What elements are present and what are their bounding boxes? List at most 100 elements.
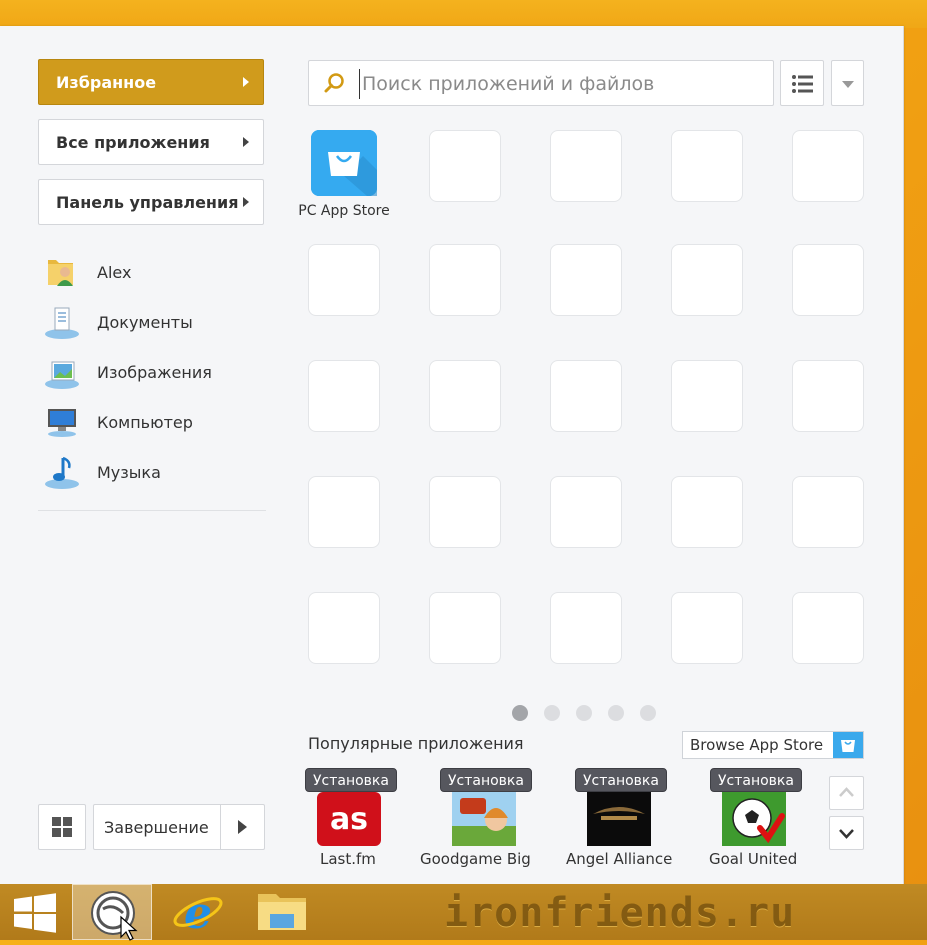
empty-tile-slot[interactable] xyxy=(550,592,622,664)
divider xyxy=(38,510,266,511)
empty-tile-slot[interactable] xyxy=(671,130,743,202)
browse-app-store-label: Browse App Store xyxy=(690,736,824,754)
empty-tile-slot[interactable] xyxy=(792,244,864,316)
scroll-down-button[interactable] xyxy=(829,816,864,850)
folder-icon xyxy=(258,894,306,930)
list-icon xyxy=(792,75,813,93)
page-indicator xyxy=(512,705,672,721)
nav-all-apps-label: Все приложения xyxy=(56,132,210,152)
nav-all-apps-button[interactable]: Все приложения xyxy=(38,119,264,165)
place-item-documents[interactable]: Документы xyxy=(44,302,193,342)
taskbar-start-menu-app[interactable] xyxy=(72,884,152,941)
empty-tile-slot[interactable] xyxy=(550,244,622,316)
install-badge[interactable]: Установка xyxy=(440,768,532,792)
windows-start-button[interactable] xyxy=(0,884,70,940)
empty-tile-slot[interactable] xyxy=(429,592,501,664)
place-item-alex[interactable]: Alex xyxy=(44,252,131,292)
empty-tile-slot[interactable] xyxy=(792,476,864,548)
shopping-bag-icon xyxy=(833,732,863,758)
tiles-view-button[interactable] xyxy=(38,804,86,850)
install-badge[interactable]: Установка xyxy=(710,768,802,792)
scroll-up-button[interactable] xyxy=(829,776,864,810)
taskbar-internet-explorer[interactable]: e xyxy=(160,884,236,940)
empty-tile-slot[interactable] xyxy=(429,360,501,432)
place-label: Документы xyxy=(97,312,193,332)
lastfm-icon: as xyxy=(317,792,381,846)
list-view-button[interactable] xyxy=(780,60,824,106)
empty-tile-slot[interactable] xyxy=(792,592,864,664)
pictures-icon xyxy=(44,354,80,390)
shopping-bag-icon xyxy=(311,130,377,196)
place-label: Изображения xyxy=(97,362,212,382)
empty-tile-slot[interactable] xyxy=(550,360,622,432)
search-input[interactable] xyxy=(359,69,764,99)
page-dot-3[interactable] xyxy=(576,705,592,721)
search-box xyxy=(308,60,774,106)
play-arrow-icon[interactable] xyxy=(238,820,247,834)
nav-favorites-button[interactable]: Избранное xyxy=(38,59,264,105)
nav-control-panel-label: Панель управления xyxy=(56,192,239,212)
empty-tile-slot[interactable] xyxy=(671,360,743,432)
search-icon xyxy=(324,73,344,93)
popular-app-angel-alliance[interactable]: Установка Angel Alliance xyxy=(566,768,695,868)
popular-app-name: Goodgame Big F xyxy=(420,850,533,868)
place-item-computer[interactable]: Компьютер xyxy=(44,402,193,442)
empty-tile-slot[interactable] xyxy=(429,244,501,316)
chevron-down-icon xyxy=(839,829,854,839)
popular-app-goal-united[interactable]: Установка Goal United xyxy=(709,768,830,868)
empty-tile-slot[interactable] xyxy=(429,476,501,548)
chevron-right-icon xyxy=(243,197,249,207)
page-dot-1[interactable] xyxy=(512,705,528,721)
internet-explorer-icon: e xyxy=(173,888,223,939)
app-tile-label: PC App Store xyxy=(298,203,390,219)
empty-tile-slot[interactable] xyxy=(671,244,743,316)
chevron-right-icon xyxy=(243,137,249,147)
place-item-music[interactable]: Музыка xyxy=(44,452,161,492)
empty-tile-slot[interactable] xyxy=(671,476,743,548)
empty-tile-slot[interactable] xyxy=(792,360,864,432)
empty-tile-slot[interactable] xyxy=(308,592,380,664)
view-dropdown-button[interactable] xyxy=(831,60,864,106)
empty-tile-slot[interactable] xyxy=(550,476,622,548)
svg-text:as: as xyxy=(330,802,368,837)
empty-tile-slot[interactable] xyxy=(308,476,380,548)
user-folder-icon xyxy=(44,254,80,290)
popular-app-name: Goal United xyxy=(709,850,798,868)
computer-icon xyxy=(44,404,80,440)
browse-app-store-button[interactable]: Browse App Store xyxy=(682,731,864,759)
install-badge[interactable]: Установка xyxy=(305,768,397,792)
angel-alliance-icon xyxy=(587,792,651,846)
empty-tile-slot[interactable] xyxy=(792,130,864,202)
windows-logo-icon xyxy=(14,893,56,933)
chevron-down-icon xyxy=(842,81,854,88)
place-item-pictures[interactable]: Изображения xyxy=(44,352,212,392)
nav-control-panel-button[interactable]: Панель управления xyxy=(38,179,264,225)
empty-tile-slot[interactable] xyxy=(671,592,743,664)
page-dot-5[interactable] xyxy=(640,705,656,721)
app-tile-pc-app-store[interactable] xyxy=(311,130,377,196)
page-dot-2[interactable] xyxy=(544,705,560,721)
empty-tile-slot[interactable] xyxy=(308,244,380,316)
shutdown-label: Завершение xyxy=(104,818,209,837)
big-farm-icon xyxy=(452,792,516,846)
start-menu-app-icon xyxy=(91,891,138,941)
empty-tile-slot[interactable] xyxy=(550,130,622,202)
popular-app-name: Angel Alliance xyxy=(566,850,673,868)
svg-text:e: e xyxy=(184,888,212,939)
shutdown-button[interactable]: Завершение xyxy=(93,804,265,850)
taskbar-file-explorer[interactable] xyxy=(244,884,320,940)
start-menu: Избранное Все приложения Панель управлен… xyxy=(0,26,904,884)
empty-tile-slot[interactable] xyxy=(308,360,380,432)
watermark-text: ironfriends.ru xyxy=(444,890,796,936)
install-badge[interactable]: Установка xyxy=(575,768,667,792)
empty-tile-slot[interactable] xyxy=(429,130,501,202)
popular-app-lastfm[interactable]: Установка as Last.fm xyxy=(305,768,425,868)
page-dot-4[interactable] xyxy=(608,705,624,721)
soccer-ball-icon xyxy=(722,792,786,846)
divider xyxy=(220,805,221,849)
popular-app-goodgame[interactable]: Установка Goodgame Big F xyxy=(420,768,560,868)
documents-icon xyxy=(44,304,80,340)
place-label: Компьютер xyxy=(97,412,193,432)
popular-apps-title: Популярные приложения xyxy=(308,734,524,753)
place-label: Alex xyxy=(97,262,132,282)
